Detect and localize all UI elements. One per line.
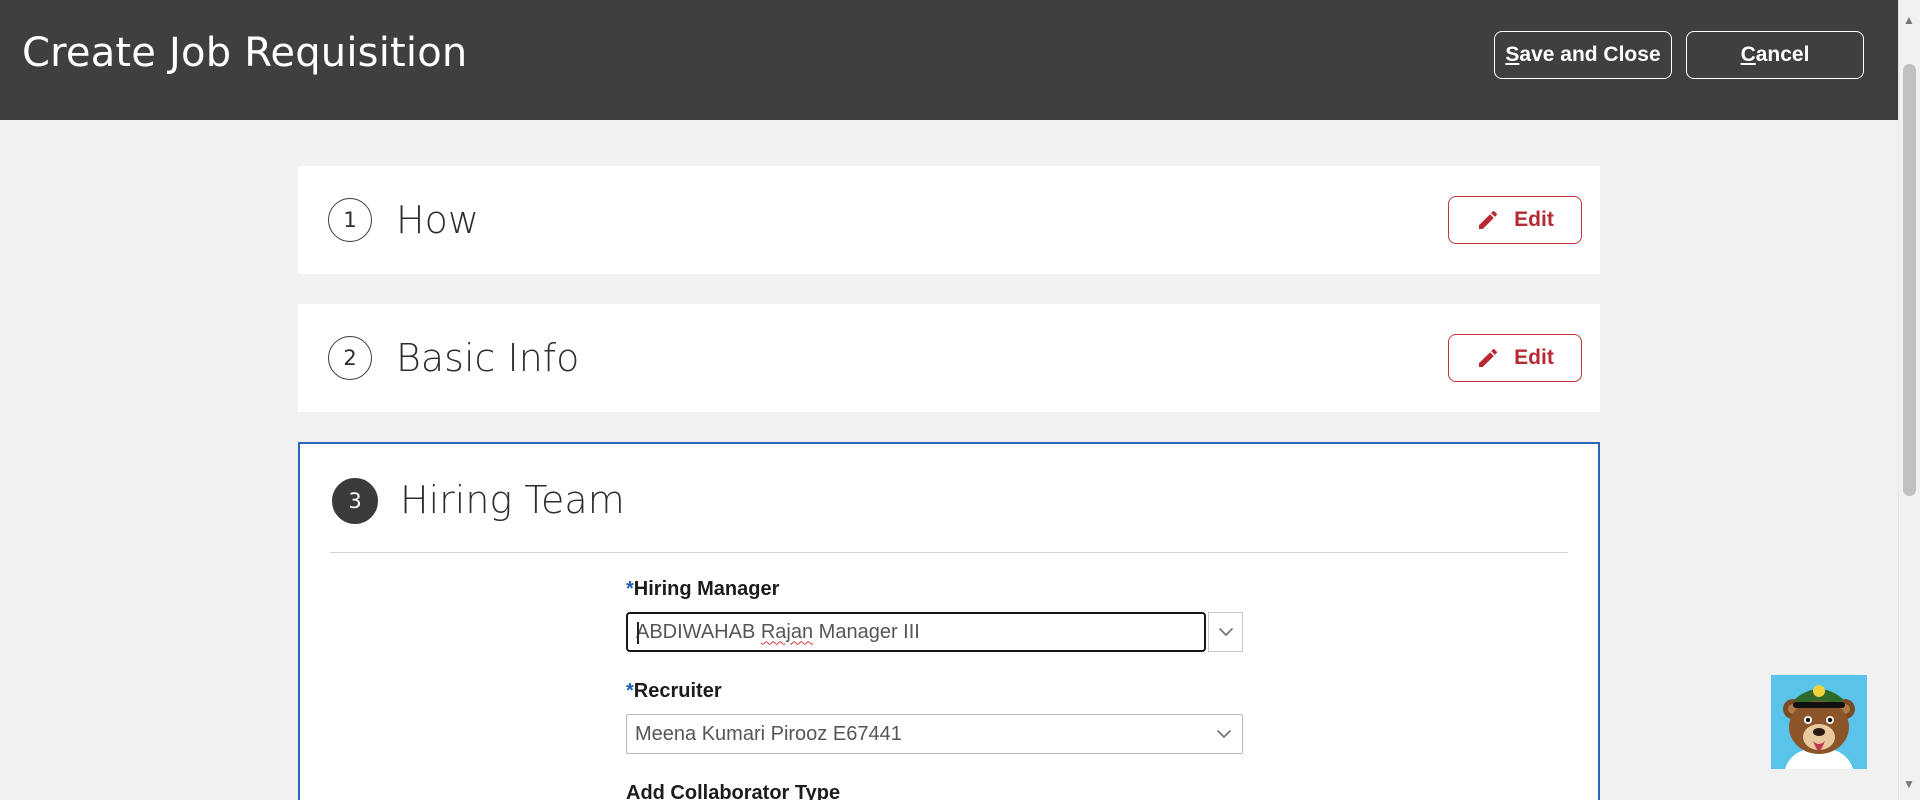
cancel-label: ancel	[1755, 43, 1810, 66]
recruiter-dropdown-button[interactable]	[1206, 714, 1242, 754]
section-divider	[330, 552, 1568, 553]
recruiter-label: *Recruiter	[626, 680, 722, 703]
step-title: Basic Info	[396, 336, 580, 380]
save-accesskey: S	[1505, 43, 1520, 66]
hiring-manager-value-part3: Manager III	[813, 620, 920, 643]
recruiter-value: Meena Kumari Pirooz E67441	[635, 722, 902, 745]
step-how-card: 1 How Edit	[298, 166, 1600, 274]
chevron-down-icon	[1218, 627, 1233, 637]
required-indicator: *	[626, 680, 634, 702]
pencil-icon	[1479, 210, 1498, 229]
page-scrollbar[interactable]: ▲ ▼	[1898, 0, 1920, 800]
edit-label: Edit	[1514, 208, 1554, 231]
page-header: Create Job Requisition Save and Close Ca…	[0, 0, 1898, 120]
step-number-badge: 2	[328, 336, 372, 380]
chevron-down-icon	[1216, 729, 1232, 739]
scroll-down-arrow-icon[interactable]: ▼	[1903, 778, 1915, 790]
edit-basic-info-button[interactable]: Edit	[1448, 334, 1582, 382]
step-hiring-team-card: 3 Hiring Team *Hiring Manager ABDIWAHAB …	[298, 442, 1600, 800]
step-title: How	[396, 198, 479, 242]
hiring-manager-dropdown-button[interactable]	[1208, 612, 1243, 652]
scroll-thumb[interactable]	[1903, 64, 1916, 496]
recruiter-label-text: Recruiter	[633, 680, 722, 702]
required-indicator: *	[626, 578, 634, 600]
hiring-manager-input[interactable]: ABDIWAHAB Rajan Manager III	[626, 612, 1206, 652]
bear-mascot-icon[interactable]	[1771, 675, 1867, 769]
edit-how-button[interactable]: Edit	[1448, 196, 1582, 244]
hiring-manager-label-text: Hiring Manager	[633, 578, 780, 600]
step-basic-info-card: 2 Basic Info Edit	[298, 304, 1600, 412]
pencil-icon	[1479, 348, 1498, 367]
hiring-manager-label: *Hiring Manager	[626, 578, 779, 601]
step-number-badge: 3	[332, 478, 378, 524]
save-and-close-button[interactable]: Save and Close	[1494, 31, 1672, 79]
text-caret	[637, 622, 639, 644]
step-number-badge: 1	[328, 198, 372, 242]
hiring-manager-value-part1: ABDIWAHAB	[636, 620, 761, 643]
cancel-accesskey: C	[1740, 43, 1756, 66]
cancel-button[interactable]: Cancel	[1686, 31, 1864, 79]
page-title: Create Job Requisition	[22, 30, 468, 76]
add-collaborator-type-label: Add Collaborator Type	[626, 782, 841, 800]
scroll-up-arrow-icon[interactable]: ▲	[1903, 14, 1915, 26]
hiring-manager-value-part2: Rajan	[760, 620, 814, 643]
step-title: Hiring Team	[400, 478, 625, 522]
edit-label: Edit	[1514, 346, 1554, 369]
recruiter-input[interactable]: Meena Kumari Pirooz E67441	[626, 714, 1243, 754]
save-label: ave and Close	[1519, 43, 1661, 66]
